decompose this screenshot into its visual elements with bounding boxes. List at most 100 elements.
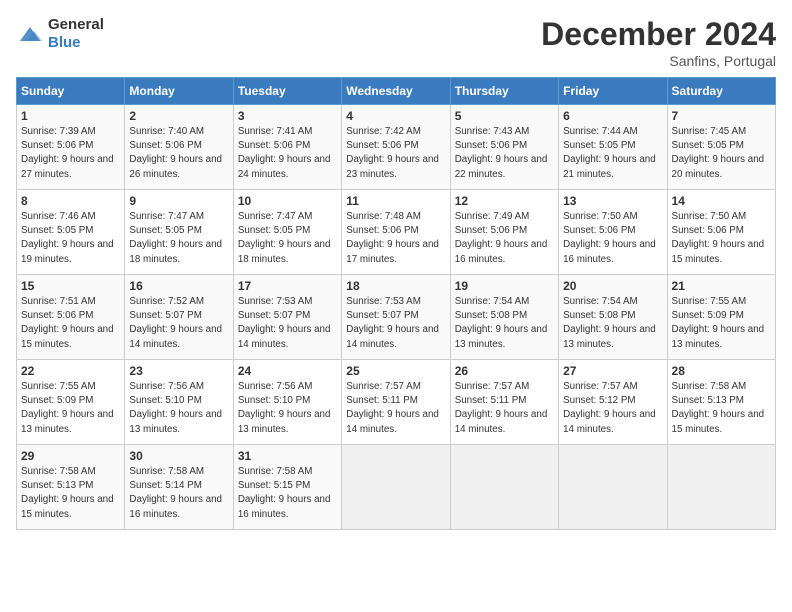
calendar-day-cell (450, 445, 558, 530)
title-block: December 2024 Sanfins, Portugal (541, 16, 776, 69)
calendar-header: SundayMondayTuesdayWednesdayThursdayFrid… (17, 78, 776, 105)
calendar-day-cell: 28 Sunrise: 7:58 AMSunset: 5:13 PMDayligh… (667, 360, 775, 445)
calendar-day-cell: 21 Sunrise: 7:55 AMSunset: 5:09 PMDayligh… (667, 275, 775, 360)
day-number: 17 (238, 279, 337, 293)
day-number: 2 (129, 109, 228, 123)
day-number: 24 (238, 364, 337, 378)
day-info: Sunrise: 7:57 AMSunset: 5:11 PMDaylight:… (346, 380, 445, 437)
day-number: 3 (238, 109, 337, 123)
calendar-day-cell (667, 445, 775, 530)
day-number: 25 (346, 364, 445, 378)
day-info: Sunrise: 7:58 AMSunset: 5:13 PMDaylight:… (21, 465, 120, 522)
logo-general: General (48, 16, 104, 33)
location-subtitle: Sanfins, Portugal (541, 53, 776, 69)
day-info: Sunrise: 7:40 AMSunset: 5:06 PMDaylight:… (129, 125, 228, 182)
calendar-week-row: 15 Sunrise: 7:51 AMSunset: 5:06 PMDayligh… (17, 275, 776, 360)
day-info: Sunrise: 7:43 AMSunset: 5:06 PMDaylight:… (455, 125, 554, 182)
day-info: Sunrise: 7:50 AMSunset: 5:06 PMDaylight:… (672, 210, 771, 267)
calendar-day-cell: 19 Sunrise: 7:54 AMSunset: 5:08 PMDayligh… (450, 275, 558, 360)
day-number: 26 (455, 364, 554, 378)
day-number: 6 (563, 109, 662, 123)
calendar-day-cell: 8 Sunrise: 7:46 AMSunset: 5:05 PMDaylight… (17, 190, 125, 275)
day-number: 19 (455, 279, 554, 293)
calendar-day-cell: 25 Sunrise: 7:57 AMSunset: 5:11 PMDayligh… (342, 360, 450, 445)
day-number: 23 (129, 364, 228, 378)
day-info: Sunrise: 7:58 AMSunset: 5:14 PMDaylight:… (129, 465, 228, 522)
calendar-day-cell: 7 Sunrise: 7:45 AMSunset: 5:05 PMDaylight… (667, 105, 775, 190)
calendar-day-cell: 14Sunrise: 7:50 AMSunset: 5:06 PMDayligh… (667, 190, 775, 275)
day-info: Sunrise: 7:41 AMSunset: 5:06 PMDaylight:… (238, 125, 337, 182)
calendar-day-cell: 2 Sunrise: 7:40 AMSunset: 5:06 PMDaylight… (125, 105, 233, 190)
day-number: 31 (238, 449, 337, 463)
weekday-header: Monday (125, 78, 233, 105)
day-number: 28 (672, 364, 771, 378)
calendar-day-cell: 11 Sunrise: 7:48 AMSunset: 5:06 PMDayligh… (342, 190, 450, 275)
calendar-day-cell: 9Sunrise: 7:47 AMSunset: 5:05 PMDaylight… (125, 190, 233, 275)
day-info: Sunrise: 7:57 AMSunset: 5:11 PMDaylight:… (455, 380, 554, 437)
day-info: Sunrise: 7:42 AMSunset: 5:06 PMDaylight:… (346, 125, 445, 182)
calendar-day-cell: 18 Sunrise: 7:53 AMSunset: 5:07 PMDayligh… (342, 275, 450, 360)
day-number: 22 (21, 364, 120, 378)
day-number: 12 (455, 194, 554, 208)
calendar-day-cell: 20Sunrise: 7:54 AMSunset: 5:08 PMDayligh… (559, 275, 667, 360)
weekday-header: Saturday (667, 78, 775, 105)
day-info: Sunrise: 7:51 AMSunset: 5:06 PMDaylight:… (21, 295, 120, 352)
logo-text: General Blue (48, 16, 104, 52)
day-number: 29 (21, 449, 120, 463)
calendar-day-cell: 1Sunrise: 7:39 AMSunset: 5:06 PMDaylight… (17, 105, 125, 190)
logo-icon (16, 23, 44, 45)
calendar-day-cell: 22 Sunrise: 7:55 AMSunset: 5:09 PMDayligh… (17, 360, 125, 445)
calendar-day-cell: 17 Sunrise: 7:53 AMSunset: 5:07 PMDayligh… (233, 275, 341, 360)
day-number: 9 (129, 194, 228, 208)
calendar-day-cell: 6 Sunrise: 7:44 AMSunset: 5:05 PMDaylight… (559, 105, 667, 190)
day-info: Sunrise: 7:44 AMSunset: 5:05 PMDaylight:… (563, 125, 662, 182)
day-info: Sunrise: 7:56 AMSunset: 5:10 PMDaylight:… (129, 380, 228, 437)
calendar-day-cell: 4 Sunrise: 7:42 AMSunset: 5:06 PMDaylight… (342, 105, 450, 190)
weekday-header: Wednesday (342, 78, 450, 105)
calendar-day-cell (559, 445, 667, 530)
calendar-day-cell: 16Sunrise: 7:52 AMSunset: 5:07 PMDayligh… (125, 275, 233, 360)
calendar-week-row: 29 Sunrise: 7:58 AMSunset: 5:13 PMDayligh… (17, 445, 776, 530)
day-number: 10 (238, 194, 337, 208)
day-number: 7 (672, 109, 771, 123)
day-number: 8 (21, 194, 120, 208)
day-info: Sunrise: 7:47 AMSunset: 5:05 PMDaylight:… (238, 210, 337, 267)
day-info: Sunrise: 7:57 AMSunset: 5:12 PMDaylight:… (563, 380, 662, 437)
day-info: Sunrise: 7:58 AMSunset: 5:13 PMDaylight:… (672, 380, 771, 437)
day-info: Sunrise: 7:45 AMSunset: 5:05 PMDaylight:… (672, 125, 771, 182)
calendar-day-cell: 23 Sunrise: 7:56 AMSunset: 5:10 PMDayligh… (125, 360, 233, 445)
day-number: 11 (346, 194, 445, 208)
day-number: 21 (672, 279, 771, 293)
day-number: 18 (346, 279, 445, 293)
day-info: Sunrise: 7:39 AMSunset: 5:06 PMDaylight:… (21, 125, 120, 182)
weekday-row: SundayMondayTuesdayWednesdayThursdayFrid… (17, 78, 776, 105)
day-number: 27 (563, 364, 662, 378)
day-info: Sunrise: 7:49 AMSunset: 5:06 PMDaylight:… (455, 210, 554, 267)
weekday-header: Tuesday (233, 78, 341, 105)
month-title: December 2024 (541, 16, 776, 53)
calendar-week-row: 8 Sunrise: 7:46 AMSunset: 5:05 PMDaylight… (17, 190, 776, 275)
calendar-day-cell: 24Sunrise: 7:56 AMSunset: 5:10 PMDayligh… (233, 360, 341, 445)
calendar-day-cell: 26 Sunrise: 7:57 AMSunset: 5:11 PMDayligh… (450, 360, 558, 445)
day-number: 4 (346, 109, 445, 123)
day-info: Sunrise: 7:55 AMSunset: 5:09 PMDaylight:… (672, 295, 771, 352)
calendar-day-cell: 12 Sunrise: 7:49 AMSunset: 5:06 PMDayligh… (450, 190, 558, 275)
weekday-header: Friday (559, 78, 667, 105)
day-info: Sunrise: 7:46 AMSunset: 5:05 PMDaylight:… (21, 210, 120, 267)
logo: General Blue (16, 16, 104, 52)
calendar-day-cell: 10 Sunrise: 7:47 AMSunset: 5:05 PMDayligh… (233, 190, 341, 275)
calendar-week-row: 22 Sunrise: 7:55 AMSunset: 5:09 PMDayligh… (17, 360, 776, 445)
calendar-day-cell: 3 Sunrise: 7:41 AMSunset: 5:06 PMDaylight… (233, 105, 341, 190)
calendar-body: 1Sunrise: 7:39 AMSunset: 5:06 PMDaylight… (17, 105, 776, 530)
calendar-day-cell: 29 Sunrise: 7:58 AMSunset: 5:13 PMDayligh… (17, 445, 125, 530)
day-info: Sunrise: 7:58 AMSunset: 5:15 PMDaylight:… (238, 465, 337, 522)
weekday-header: Sunday (17, 78, 125, 105)
calendar-day-cell: 31 Sunrise: 7:58 AMSunset: 5:15 PMDayligh… (233, 445, 341, 530)
day-info: Sunrise: 7:48 AMSunset: 5:06 PMDaylight:… (346, 210, 445, 267)
day-number: 15 (21, 279, 120, 293)
day-info: Sunrise: 7:53 AMSunset: 5:07 PMDaylight:… (238, 295, 337, 352)
day-info: Sunrise: 7:53 AMSunset: 5:07 PMDaylight:… (346, 295, 445, 352)
day-info: Sunrise: 7:54 AMSunset: 5:08 PMDaylight:… (455, 295, 554, 352)
calendar-day-cell: 30Sunrise: 7:58 AMSunset: 5:14 PMDayligh… (125, 445, 233, 530)
day-info: Sunrise: 7:55 AMSunset: 5:09 PMDaylight:… (21, 380, 120, 437)
